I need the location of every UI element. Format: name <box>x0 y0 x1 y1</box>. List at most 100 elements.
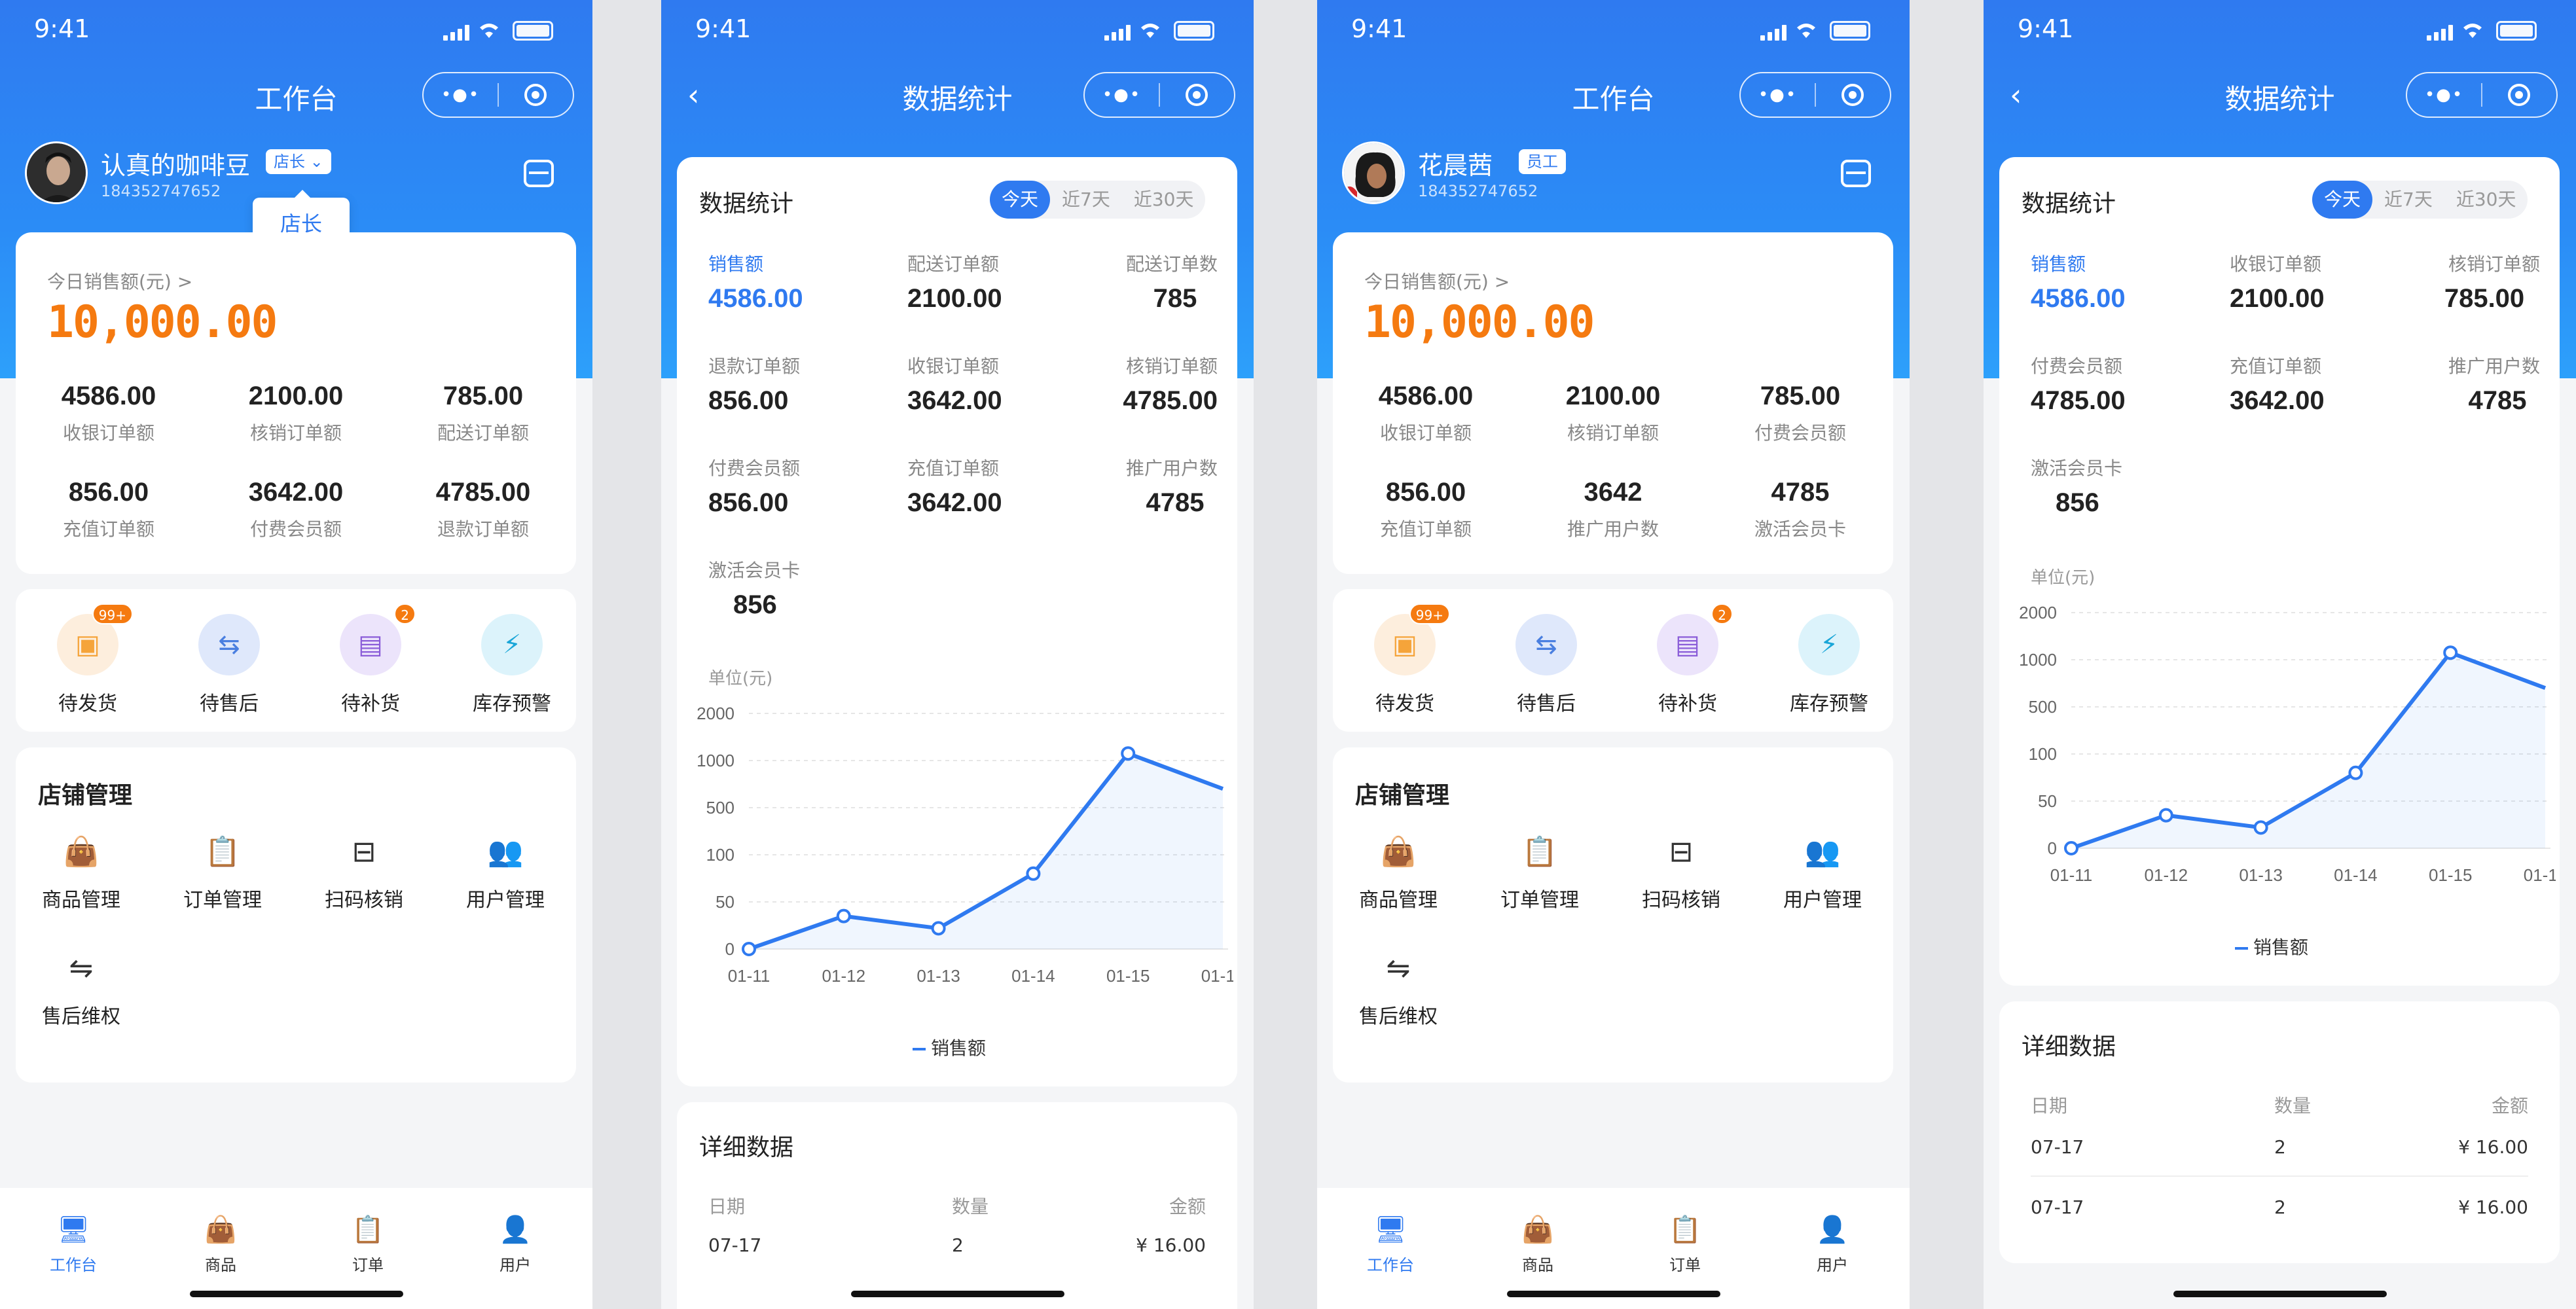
data-point <box>742 942 756 956</box>
x-tick-label: 01-13 <box>916 966 960 986</box>
table-cell: 07-17 <box>2031 1196 2084 1218</box>
range-today[interactable]: 今天 <box>2312 181 2373 219</box>
avatar[interactable] <box>25 141 88 204</box>
manage-users[interactable]: 👥 用户管理 <box>440 833 571 912</box>
mini-program-capsule[interactable]: •●• <box>422 72 574 118</box>
legend-swatch <box>2235 947 2248 950</box>
card-title: 数据统计 <box>699 190 794 217</box>
tab-workbench[interactable]: 🖥 工作台 <box>1325 1214 1456 1275</box>
switch-store-icon[interactable] <box>524 160 554 187</box>
store-management-card: 店铺管理 👜 商品管理 📋 订单管理 ⊟ 扫码核销 👥 用户管理 ⇋ 售后维权 <box>1333 747 1893 1083</box>
users-icon: 👥 <box>487 835 524 869</box>
data-point <box>931 921 946 936</box>
metric-item: 856.00 充值订单额 <box>1379 478 1472 540</box>
mini-program-capsule[interactable]: •●• <box>2406 72 2558 118</box>
y-tick-label: 0 <box>2048 838 2057 858</box>
quick-restock[interactable]: ▤ 2 待补货 <box>312 603 429 716</box>
range-7d[interactable]: 近7天 <box>1050 181 1122 219</box>
badge: 99+ <box>92 603 133 624</box>
phone-statistics-2: 9:41 ‹ 数据统计 •●• 数据统计 今天 近7天 近30天 销售额 4586… <box>1984 0 2576 1309</box>
manage-orders[interactable]: 📋 订单管理 <box>1474 833 1605 912</box>
tab-user[interactable]: 👤 用户 <box>1767 1214 1898 1275</box>
package-icon: ▣ <box>75 630 100 660</box>
more-icon[interactable]: •●• <box>2407 85 2481 105</box>
tab-bar: 🖥 工作台 👜 商品 📋 订单 👤 用户 <box>0 1188 592 1309</box>
quick-after-sale[interactable]: ⇆ 待售后 <box>1487 614 1605 716</box>
tab-orders[interactable]: 📋 订单 <box>1620 1214 1751 1275</box>
data-point <box>2443 645 2458 660</box>
user-name: 认真的咖啡豆 <box>101 151 251 180</box>
tab-workbench[interactable]: 🖥 工作台 <box>8 1214 139 1275</box>
more-icon[interactable]: •●• <box>1085 85 1159 105</box>
tab-products[interactable]: 👜 商品 <box>1472 1214 1603 1275</box>
x-tick-label: 01-16 <box>1201 966 1233 986</box>
table-header-qty: 数量 <box>2274 1095 2312 1117</box>
x-tick-label: 01-14 <box>2334 865 2378 885</box>
tab-products[interactable]: 👜 商品 <box>155 1214 286 1275</box>
quick-after-sale[interactable]: ⇆ 待售后 <box>170 614 288 716</box>
statistics-card: 数据统计 今天 近7天 近30天 销售额 4586.00 收银订单额 2100.00… <box>1999 157 2560 986</box>
phone-workbench-staff: 9:41 工作台 •●• 花晨茜 员工 184352747652 今日销售额(元… <box>1317 0 1910 1309</box>
close-miniprogram-icon[interactable] <box>499 84 573 106</box>
battery-icon <box>513 21 553 41</box>
table-header-qty: 数量 <box>952 1196 989 1217</box>
legend-swatch <box>913 1048 926 1050</box>
manage-after-sale[interactable]: ⇋ 售后维权 <box>1333 949 1464 1029</box>
tab-orders[interactable]: 📋 订单 <box>302 1214 433 1275</box>
table-cell: 07-17 <box>2031 1136 2084 1158</box>
metric-item: 785.00 付费会员额 <box>1754 382 1846 444</box>
user-name: 花晨茜 <box>1418 151 1493 180</box>
quick-stock-alert[interactable]: ⚡ 库存预警 <box>1770 614 1888 716</box>
manage-products[interactable]: 👜 商品管理 <box>1333 833 1464 912</box>
range-today[interactable]: 今天 <box>990 181 1051 219</box>
close-miniprogram-icon[interactable] <box>1160 84 1234 106</box>
sales-line-chart: 0 50 100 500 1000 2000 01-11 01-12 01-13 01-14 01-… <box>2019 603 2556 885</box>
data-point <box>2064 841 2078 855</box>
table-cell: 2 <box>2274 1196 2286 1218</box>
more-icon[interactable]: •●• <box>424 85 498 105</box>
range-30d[interactable]: 近30天 <box>2444 181 2528 219</box>
switch-store-icon[interactable] <box>1841 160 1871 187</box>
x-tick-label: 01-14 <box>1011 966 1055 986</box>
quick-to-ship[interactable]: ▣ 99+ 待发货 <box>29 603 147 716</box>
y-tick-label: 2000 <box>2019 603 2057 622</box>
tab-user[interactable]: 👤 用户 <box>450 1214 581 1275</box>
bag-icon: 👜 <box>1380 835 1417 869</box>
today-sales-label[interactable]: 今日销售额(元) > <box>47 268 192 294</box>
manage-users[interactable]: 👥 用户管理 <box>1757 833 1888 912</box>
quick-stock-alert[interactable]: ⚡ 库存预警 <box>453 614 571 716</box>
badge: 99+ <box>1409 603 1450 624</box>
avatar[interactable] <box>1342 141 1405 204</box>
status-bar: 9:41 <box>1984 0 2576 65</box>
range-selector: 今天 近7天 近30天 <box>2312 181 2528 219</box>
tab-bar: 🖥 工作台 👜 商品 📋 订单 👤 用户 <box>1317 1188 1910 1309</box>
manage-after-sale[interactable]: ⇋ 售后维权 <box>16 949 147 1029</box>
series-area <box>749 753 1223 949</box>
manage-scan[interactable]: ⊟ 扫码核销 <box>299 833 429 912</box>
manage-products[interactable]: 👜 商品管理 <box>16 833 147 912</box>
home-indicator <box>850 1291 1064 1297</box>
range-30d[interactable]: 近30天 <box>1122 181 1206 219</box>
manage-scan[interactable]: ⊟ 扫码核销 <box>1616 833 1747 912</box>
more-icon[interactable]: •●• <box>1741 85 1815 105</box>
manage-orders[interactable]: 📋 订单管理 <box>157 833 288 912</box>
mini-program-capsule[interactable]: •●• <box>1083 72 1235 118</box>
today-sales-value: 10,000.00 <box>47 296 278 348</box>
today-sales-label[interactable]: 今日销售额(元) > <box>1364 268 1510 294</box>
user-id: 184352747652 <box>101 182 221 200</box>
range-7d[interactable]: 近7天 <box>2372 181 2444 219</box>
mini-program-capsule[interactable]: •●• <box>1739 72 1891 118</box>
y-tick-label: 0 <box>725 939 735 959</box>
close-miniprogram-icon[interactable] <box>2482 84 2556 106</box>
quick-to-ship[interactable]: ▣ 99+ 待发货 <box>1346 603 1464 716</box>
table-header-date: 日期 <box>708 1196 746 1217</box>
role-badge: 员工 <box>1519 149 1566 174</box>
clipboard-icon: 📋 <box>1521 835 1558 869</box>
detail-title: 详细数据 <box>699 1134 794 1161</box>
close-miniprogram-icon[interactable] <box>1816 84 1890 106</box>
user-id: 184352747652 <box>1418 182 1538 200</box>
role-selector[interactable]: 店长 ⌄ <box>266 149 331 174</box>
quick-restock[interactable]: ▤ 2 待补货 <box>1629 603 1747 716</box>
table-cell: 2 <box>2274 1136 2286 1158</box>
y-tick-label: 500 <box>2029 697 2057 717</box>
